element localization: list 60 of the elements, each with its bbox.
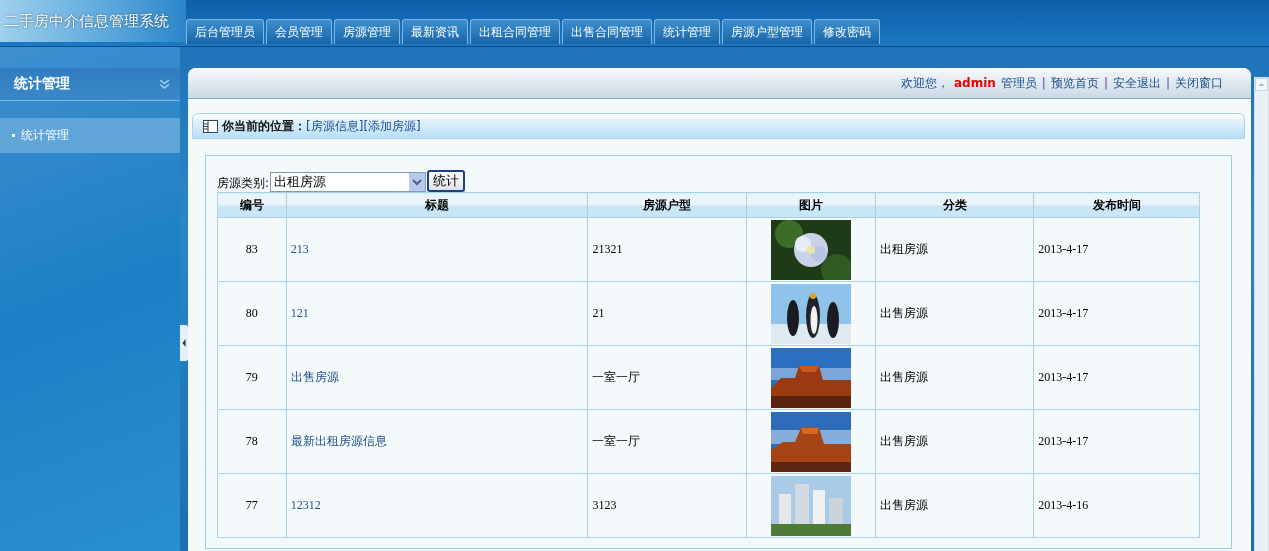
table-cell: 一室一厅	[588, 409, 747, 474]
table-cell: 出售房源	[875, 281, 1034, 346]
nav-tab[interactable]: 后台管理员	[186, 19, 264, 44]
panel-icon	[203, 119, 218, 133]
sidebar-title: 统计管理	[14, 75, 70, 93]
breadcrumb-label: 你当前的位置：	[222, 117, 306, 135]
breadcrumb-link[interactable]: [添加房源]	[363, 117, 421, 135]
title-link[interactable]: 最新出租房源信息	[290, 434, 387, 448]
breadcrumb-link[interactable]: [房源信息]	[306, 117, 364, 135]
table-cell: 83	[217, 217, 287, 282]
separator: |	[1041, 76, 1046, 90]
column-header: 房源户型	[588, 192, 747, 218]
title-link[interactable]: 12312	[290, 498, 321, 512]
nav-tab[interactable]: 房源户型管理	[722, 19, 812, 44]
column-header: 发布时间	[1033, 192, 1200, 218]
collapse-handle-icon[interactable]	[180, 325, 188, 361]
title-link[interactable]: 213	[290, 242, 309, 256]
nav-tab[interactable]: 出租合同管理	[470, 19, 560, 44]
table-cell: 77	[217, 473, 287, 538]
table-cell: 出售房源	[875, 473, 1034, 538]
nav-tab[interactable]: 会员管理	[266, 19, 332, 44]
table-cell: 2013-4-17	[1033, 217, 1200, 282]
role-text: 管理员	[1000, 74, 1037, 92]
table-cell: 3123	[588, 473, 747, 538]
column-header: 图片	[746, 192, 876, 218]
table-cell: 21	[588, 281, 747, 346]
table-cell: 2013-4-16	[1033, 473, 1200, 538]
nav-tab[interactable]: 统计管理	[654, 19, 720, 44]
table-cell: 出售房源	[875, 345, 1034, 410]
nav-tab[interactable]: 最新资讯	[402, 19, 468, 44]
header-link[interactable]: 预览首页	[1050, 74, 1099, 92]
separator: |	[1103, 76, 1108, 90]
table-cell: 79	[217, 345, 287, 410]
title-link[interactable]: 121	[290, 306, 309, 320]
separator: |	[1165, 76, 1170, 90]
table-cell: 80	[217, 281, 287, 346]
nav-tab[interactable]: 修改密码	[814, 19, 880, 44]
table-cell: 2013-4-17	[1033, 281, 1200, 346]
column-header: 编号	[217, 192, 287, 218]
nav-tab[interactable]: 房源管理	[334, 19, 400, 44]
welcome-text: 欢迎您，	[901, 74, 949, 92]
table-cell: 一室一厅	[588, 345, 747, 410]
category-select[interactable]: 出租房源	[270, 172, 427, 192]
table-cell: 21321	[588, 217, 747, 282]
table-cell: 出租房源	[875, 217, 1034, 282]
column-header: 分类	[875, 192, 1034, 218]
header-link[interactable]: 关闭窗口	[1175, 74, 1223, 92]
nav-tab[interactable]: 出售合同管理	[562, 19, 652, 44]
table-cell: 2013-4-17	[1033, 345, 1200, 410]
filter-label: 房源类别:	[217, 175, 270, 192]
stats-button[interactable]: 统计	[427, 170, 466, 192]
collapse-icon[interactable]	[159, 79, 170, 89]
title-link[interactable]: 出售房源	[290, 370, 339, 384]
table-cell: 78	[217, 409, 287, 474]
header-link[interactable]: 安全退出	[1112, 74, 1161, 92]
table-cell: 2013-4-17	[1033, 409, 1200, 474]
app-title: 二手房中介信息管理系统	[0, 0, 186, 42]
table-cell: 出售房源	[875, 409, 1034, 474]
column-header: 标题	[286, 192, 588, 218]
username: admin	[954, 76, 996, 90]
